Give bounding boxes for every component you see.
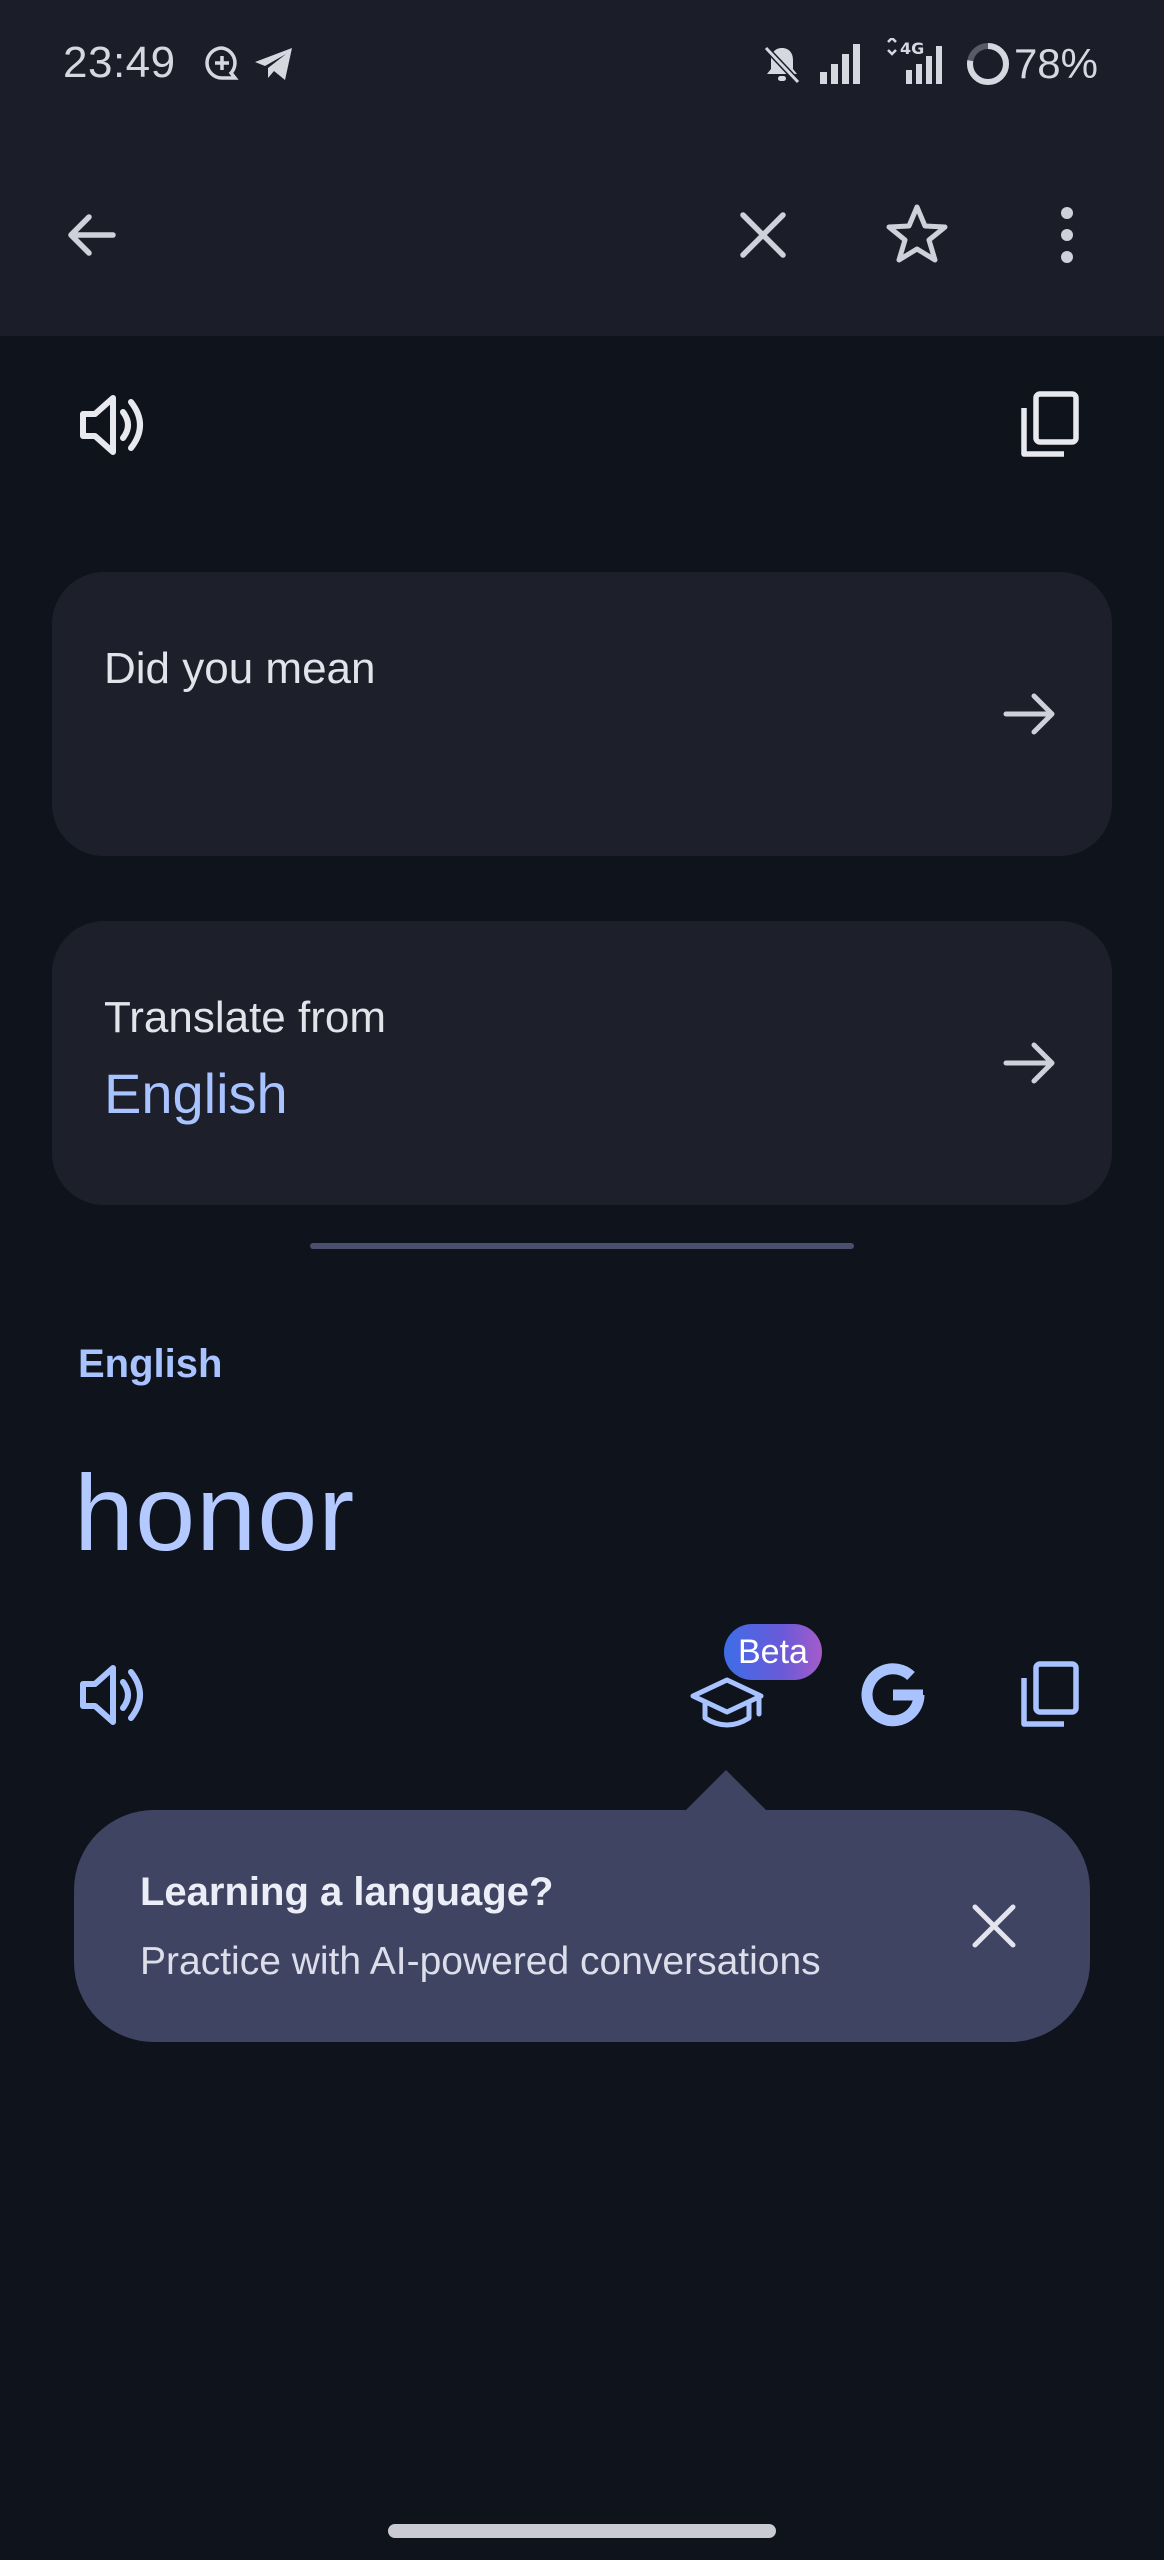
app-bar <box>0 170 1164 300</box>
signal-4g-icon: 4G <box>887 38 942 84</box>
learning-cap-icon <box>690 1677 764 1728</box>
back-button[interactable] <box>36 180 146 290</box>
copy-icon <box>1021 1661 1079 1727</box>
close-icon <box>972 1904 1016 1948</box>
tooltip-title: Learning a language? <box>140 1870 554 1914</box>
home-indicator[interactable] <box>388 2524 776 2538</box>
google-search-button[interactable] <box>838 1640 948 1750</box>
clear-button[interactable] <box>708 180 818 290</box>
speaker-icon <box>80 1665 143 1725</box>
speaker-icon <box>80 395 143 455</box>
more-vert-icon <box>1061 207 1073 263</box>
source-controls <box>0 370 1164 490</box>
battery-percentage: 78% <box>1013 40 1098 87</box>
tooltip-close-button[interactable] <box>944 1876 1044 1976</box>
status-bar: 23:49 4G 78% <box>0 0 1164 130</box>
tooltip-caret <box>684 1770 768 1812</box>
mute-bell-icon <box>763 45 801 85</box>
arrow-right-icon <box>1003 693 1055 735</box>
network-label: 4G <box>900 39 924 58</box>
learning-tooltip[interactable]: Learning a language? Practice with AI-po… <box>74 1810 1090 2042</box>
source-copy-button[interactable] <box>994 370 1104 480</box>
star-icon <box>886 204 948 263</box>
did-you-mean-label: Did you mean <box>104 644 376 693</box>
target-language-label: English <box>78 1342 223 1386</box>
screen: 23:49 4G 78% Did you mean Translate from… <box>0 0 1164 2560</box>
more-options-button[interactable] <box>1012 180 1122 290</box>
translation-text[interactable]: honor <box>74 1450 355 1575</box>
target-listen-button[interactable] <box>58 1640 168 1750</box>
battery-ring-icon <box>967 43 1009 85</box>
back-arrow-icon <box>68 214 116 256</box>
translate-from-label: Translate from <box>104 993 387 1042</box>
translate-from-language: English <box>104 1062 288 1125</box>
source-listen-button[interactable] <box>58 370 168 480</box>
arrow-right-icon <box>1003 1042 1055 1084</box>
close-icon <box>740 212 786 258</box>
tooltip-body: Practice with AI-powered conversations <box>140 1940 821 1983</box>
telegram-icon <box>255 48 292 80</box>
chat-bubble-icon <box>205 46 239 80</box>
did-you-mean-card[interactable]: Did you mean <box>52 572 1112 856</box>
status-time: 23:49 <box>63 38 176 87</box>
signal-icon <box>820 44 860 84</box>
favorite-button[interactable] <box>862 180 972 290</box>
beta-badge: Beta <box>724 1624 822 1680</box>
google-g-icon <box>861 1663 925 1727</box>
copy-icon <box>1021 391 1079 457</box>
translate-from-card[interactable]: Translate from English <box>52 921 1112 1205</box>
target-controls <box>0 1630 1164 1760</box>
resize-divider[interactable] <box>310 1243 854 1249</box>
target-copy-button[interactable] <box>994 1640 1104 1750</box>
